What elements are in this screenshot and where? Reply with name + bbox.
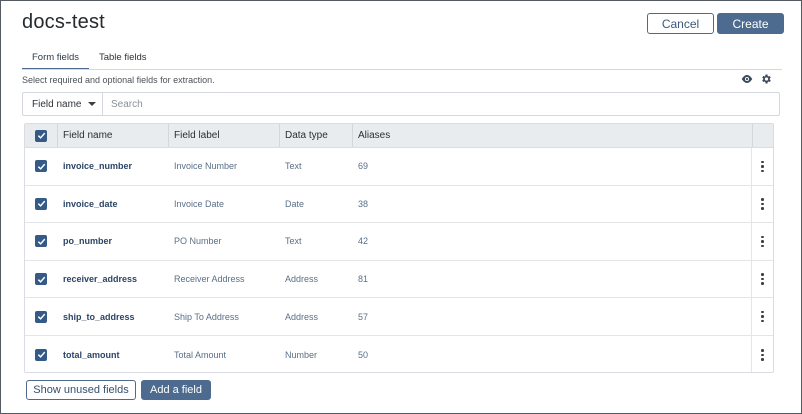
instructions-text: Select required and optional fields for … <box>22 75 215 85</box>
aliases-cell: 38 <box>358 198 369 209</box>
search-bar: Field name <box>22 92 780 116</box>
column-divider <box>352 124 353 147</box>
tab-table-fields[interactable]: Table fields <box>89 46 157 70</box>
checkmark-icon <box>37 351 45 359</box>
field-name-cell: ship_to_address <box>63 311 135 322</box>
more-options-icon[interactable] <box>758 308 767 326</box>
select-all-checkbox[interactable] <box>35 129 47 142</box>
search-input[interactable] <box>103 93 779 115</box>
field-name-cell: po_number <box>63 236 113 247</box>
more-options-icon[interactable] <box>758 158 767 176</box>
more-options-icon[interactable] <box>758 233 767 251</box>
more-options-icon[interactable] <box>758 346 767 364</box>
cancel-button[interactable]: Cancel <box>647 13 714 34</box>
table-row[interactable]: po_number PO Number Text 42 <box>25 223 773 261</box>
column-header-menu <box>751 124 773 147</box>
column-header-field-name[interactable]: Field name <box>57 130 168 141</box>
more-options-icon[interactable] <box>758 195 767 213</box>
data-type-cell: Text <box>285 236 302 247</box>
tab-form-fields[interactable]: Form fields <box>22 46 89 70</box>
table-row[interactable]: receiver_address Receiver Address Addres… <box>25 260 773 299</box>
column-divider <box>752 124 753 147</box>
column-header-data-type[interactable]: Data type <box>279 130 352 141</box>
page-title: docs-test <box>22 11 105 33</box>
row-checkbox[interactable] <box>35 160 47 173</box>
field-label-cell: PO Number <box>174 236 222 247</box>
row-checkbox[interactable] <box>35 235 47 248</box>
data-type-cell: Address <box>285 311 319 322</box>
select-all-cell <box>25 124 57 147</box>
data-type-cell: Number <box>285 349 318 360</box>
create-button[interactable]: Create <box>717 13 784 34</box>
fields-table: Field name Field label Data type Aliases… <box>24 123 774 373</box>
field-label-cell: Invoice Date <box>174 198 225 209</box>
field-label-cell: Invoice Number <box>174 161 238 172</box>
field-filter-label: Field name <box>32 98 82 110</box>
aliases-cell: 42 <box>358 236 369 247</box>
add-field-button[interactable]: Add a field <box>141 380 211 400</box>
field-label-cell: Receiver Address <box>174 274 245 285</box>
tab-bar: Form fields Table fields <box>22 46 157 70</box>
table-row[interactable]: ship_to_address Ship To Address Address … <box>25 298 773 336</box>
data-type-cell: Text <box>285 161 302 172</box>
caret-down-icon <box>88 102 97 106</box>
column-header-field-label[interactable]: Field label <box>168 130 279 141</box>
table-row[interactable]: total_amount Total Amount Number 50 <box>25 335 773 372</box>
field-label-cell: Total Amount <box>174 349 227 360</box>
checkmark-icon <box>37 163 45 170</box>
row-checkbox[interactable] <box>35 273 47 286</box>
field-label-cell: Ship To Address <box>174 311 239 322</box>
field-name-cell: total_amount <box>63 349 120 360</box>
aliases-cell: 50 <box>358 349 369 360</box>
gear-icon[interactable] <box>760 73 772 85</box>
data-type-cell: Address <box>285 274 319 285</box>
row-checkbox[interactable] <box>35 310 47 323</box>
field-name-cell: invoice_number <box>63 161 133 172</box>
table-row[interactable]: invoice_date Invoice Date Date 38 <box>25 185 773 224</box>
field-name-cell: receiver_address <box>63 274 138 285</box>
checkmark-icon <box>37 201 45 208</box>
aliases-cell: 81 <box>358 274 369 285</box>
table-row[interactable]: invoice_number Invoice Number Text 69 <box>25 148 773 186</box>
column-divider <box>168 124 169 147</box>
field-filter-dropdown[interactable]: Field name <box>23 93 103 115</box>
row-checkbox[interactable] <box>35 197 47 210</box>
table-header: Field name Field label Data type Aliases <box>25 124 773 148</box>
data-type-cell: Date <box>285 198 305 209</box>
column-header-aliases[interactable]: Aliases <box>352 130 751 141</box>
checkmark-icon <box>37 313 45 321</box>
eye-icon[interactable] <box>741 74 753 84</box>
field-name-cell: invoice_date <box>63 198 118 209</box>
more-options-icon[interactable] <box>758 270 767 288</box>
aliases-cell: 57 <box>358 311 369 322</box>
checkmark-icon <box>37 238 45 245</box>
column-divider <box>279 124 280 147</box>
aliases-cell: 69 <box>358 161 369 172</box>
column-divider <box>57 124 58 147</box>
show-unused-fields-button[interactable]: Show unused fields <box>26 380 136 400</box>
row-checkbox[interactable] <box>35 348 47 361</box>
checkmark-icon <box>37 132 45 139</box>
tabs-divider <box>22 69 782 70</box>
checkmark-icon <box>37 276 45 283</box>
